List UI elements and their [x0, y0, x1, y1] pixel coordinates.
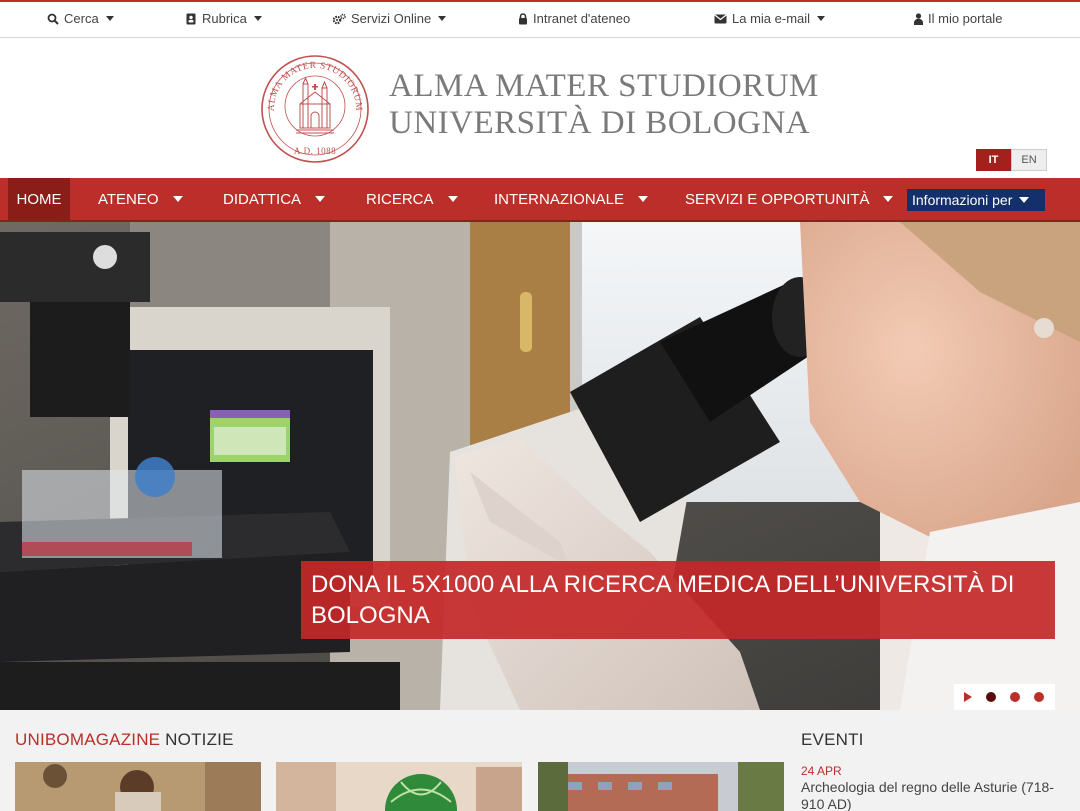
brand-line-2: UNIVERSITÀ DI BOLOGNA [389, 105, 811, 141]
info-for-dropdown[interactable]: Informazioni per [907, 189, 1045, 211]
chevron-down-icon [817, 16, 826, 21]
university-name[interactable]: ALMA MATER STUDIORUM UNIVERSITÀ DI BOLOG… [389, 68, 819, 142]
my-portal-link-label: Il mio portale [928, 11, 1003, 26]
magazine-heading[interactable]: UNIBOMAGAZINE NOTIZIE [15, 730, 234, 750]
play-icon[interactable] [964, 692, 972, 702]
nav-didattica[interactable]: DIDATTICA [223, 178, 326, 220]
chevron-down-icon [172, 196, 183, 202]
nav-ateneo-label: ATENEO [98, 190, 159, 208]
event-date: 24 APR [801, 764, 842, 778]
my-portal-link[interactable]: Il mio portale [914, 11, 1002, 26]
slide-dot-1[interactable] [986, 692, 996, 702]
news-image-3 [538, 762, 784, 811]
university-seal-logo[interactable]: ALMA MATER STUDIORUM A.D. 1088 [260, 54, 370, 164]
news-image-2 [276, 762, 522, 811]
chevron-down-icon [1019, 197, 1030, 203]
search-icon [47, 13, 59, 25]
search-menu[interactable]: Cerca [47, 11, 114, 26]
hero-slider[interactable]: DONA IL 5X1000 ALLA RICERCA MEDICA DELL’… [0, 222, 1080, 710]
email-menu-label: La mia e-mail [732, 11, 811, 26]
lock-icon [519, 12, 527, 24]
servizi-online-menu[interactable]: Servizi Online [332, 11, 447, 26]
chevron-down-icon [253, 16, 262, 21]
nav-didattica-label: DIDATTICA [223, 190, 302, 208]
envelope-icon [714, 14, 727, 23]
nav-ricerca-label: RICERCA [366, 190, 434, 208]
magazine-title-dark: NOTIZIE [165, 730, 234, 749]
email-menu[interactable]: La mia e-mail [714, 11, 826, 26]
news-thumbnail-3[interactable] [538, 762, 784, 811]
nav-home[interactable]: HOME [8, 178, 70, 220]
svg-text:A.D. 1088: A.D. 1088 [294, 146, 336, 156]
nav-ateneo[interactable]: ATENEO [98, 178, 183, 220]
main-nav: HOME ATENEO DIDATTICA RICERCA INTERNAZIO… [0, 178, 1080, 222]
servizi-online-menu-label: Servizi Online [351, 11, 432, 26]
content-section: UNIBOMAGAZINE NOTIZIE EVENTI 24 APR Arch… [0, 710, 1080, 811]
address-book-icon [186, 13, 196, 24]
search-menu-label: Cerca [64, 11, 99, 26]
intranet-link[interactable]: Intranet d'ateneo [518, 11, 630, 26]
chevron-down-icon [638, 196, 649, 202]
nav-servizi-label: SERVIZI E OPPORTUNITÀ [685, 190, 870, 208]
chevron-down-icon [315, 196, 326, 202]
news-thumbnail-2[interactable] [276, 762, 522, 811]
nav-internazionale-label: INTERNAZIONALE [494, 190, 625, 208]
slide-dot-2[interactable] [1010, 692, 1020, 702]
event-title-link[interactable]: Archeologia del regno delle Asturie (718… [801, 779, 1061, 811]
lang-en-button[interactable]: EN [1011, 149, 1047, 171]
user-icon [914, 12, 923, 25]
info-for-label: Informazioni per [912, 192, 1013, 208]
slider-controls [954, 684, 1055, 710]
rubrica-menu[interactable]: Rubrica [185, 11, 262, 26]
chevron-down-icon [447, 196, 458, 202]
nav-internazionale[interactable]: INTERNAZIONALE [494, 178, 649, 220]
chevron-down-icon [883, 196, 894, 202]
utility-bar: Cerca Rubrica Servizi Online Intranet d'… [0, 0, 1080, 38]
events-heading[interactable]: EVENTI [801, 730, 864, 750]
lang-it-button[interactable]: IT [976, 149, 1011, 171]
news-image-1 [15, 762, 261, 811]
brand-line-1: ALMA MATER STUDIORUM [389, 68, 819, 104]
news-thumbnail-1[interactable] [15, 762, 261, 811]
rubrica-menu-label: Rubrica [202, 11, 247, 26]
hero-caption[interactable]: DONA IL 5X1000 ALLA RICERCA MEDICA DELL’… [301, 561, 1055, 639]
gears-icon [332, 13, 346, 24]
magazine-title-red: UNIBOMAGAZINE [15, 730, 161, 749]
slide-dot-3[interactable] [1034, 692, 1044, 702]
nav-ricerca[interactable]: RICERCA [366, 178, 458, 220]
chevron-down-icon [105, 16, 114, 21]
nav-servizi[interactable]: SERVIZI E OPPORTUNITÀ [685, 178, 894, 220]
site-header: ALMA MATER STUDIORUM A.D. 1088 ALMA MATE… [0, 38, 1080, 178]
chevron-down-icon [438, 16, 447, 21]
intranet-link-label: Intranet d'ateneo [533, 11, 631, 26]
